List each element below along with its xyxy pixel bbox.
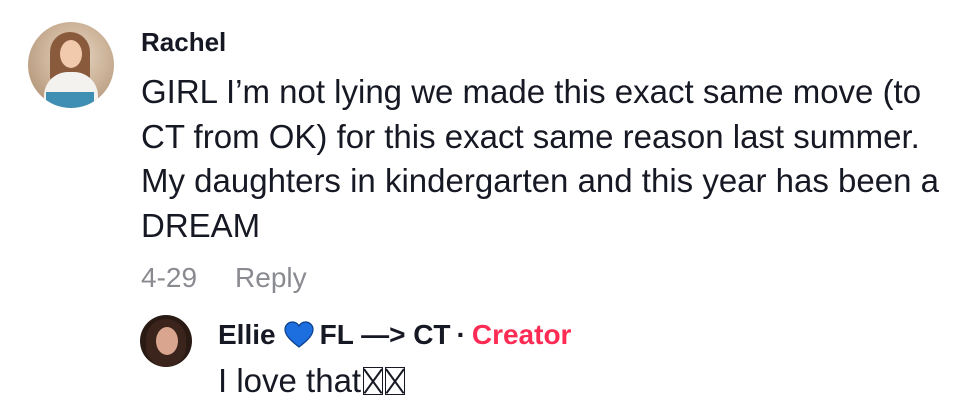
creator-badge: Creator [471,319,572,350]
avatar-rachel[interactable] [28,22,114,108]
avatar-face [60,40,82,68]
avatar-ellie[interactable] [140,315,192,367]
comment-thread: Rachel GIRL I’m not lying we made this e… [0,0,980,419]
name-separator: · [456,319,466,350]
comment-date: 4-29 [141,262,198,293]
missing-emoji-icon [385,367,406,395]
reply-text: I love that [218,362,362,399]
reply-username[interactable]: Ellie FL —> CT · Creator [218,319,571,351]
blue-heart-icon [283,321,314,349]
reply-username-first: Ellie [218,319,276,350]
avatar-face [156,327,178,355]
reply-text-row: I love that [218,362,406,400]
comment-username[interactable]: Rachel [141,27,226,58]
reply-button[interactable]: Reply [235,262,307,293]
missing-emoji-icon [363,367,384,395]
avatar-jeans [46,92,94,108]
comment-meta: 4-29 Reply [141,262,307,294]
reply-username-location: FL —> CT [319,319,451,350]
comment-text: GIRL I’m not lying we made this exact sa… [141,73,939,244]
